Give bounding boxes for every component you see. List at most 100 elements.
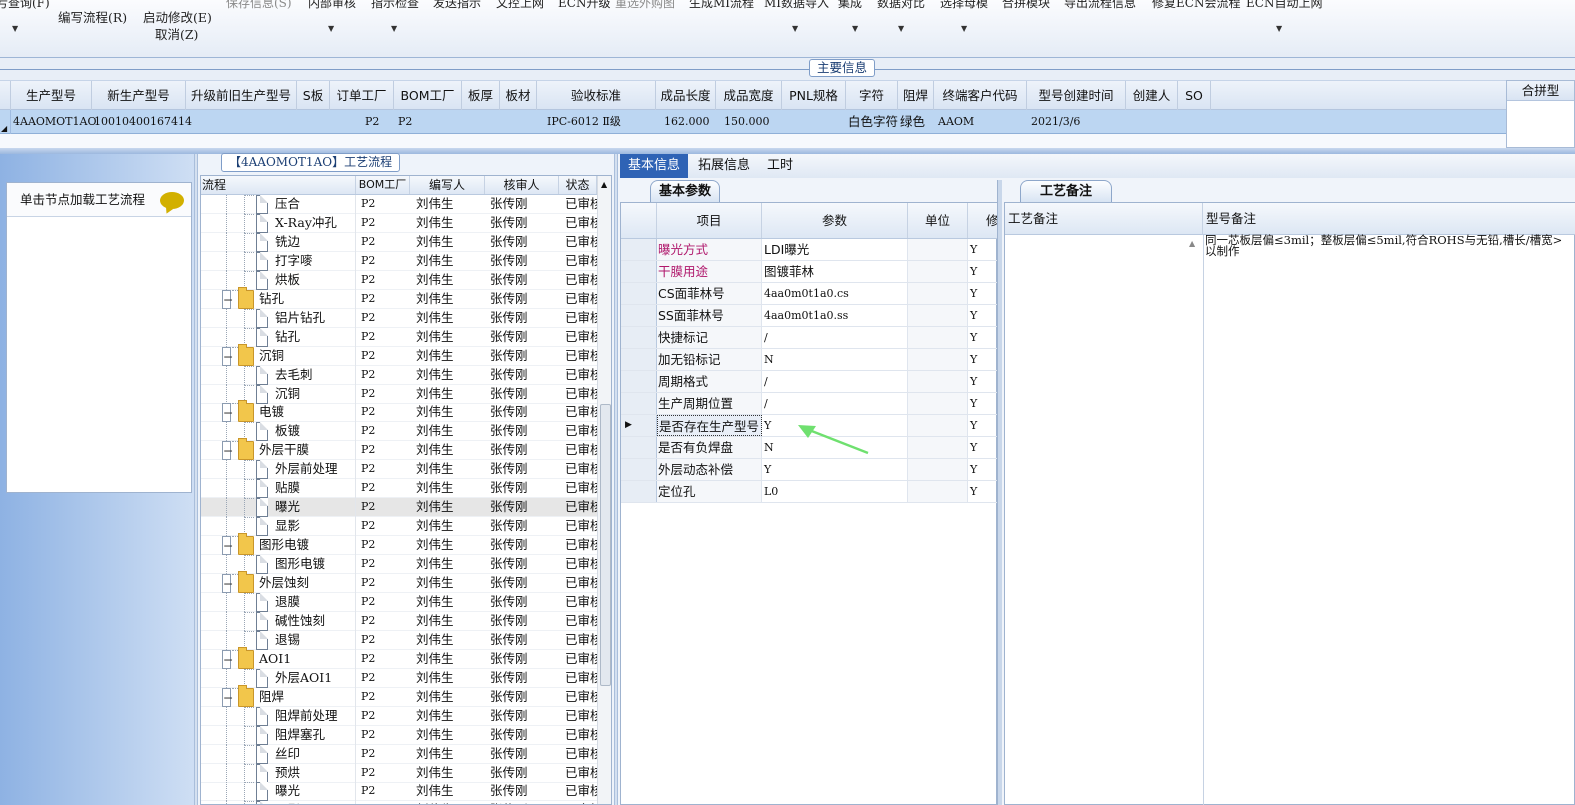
chevron-down-icon[interactable]: ▼ — [961, 24, 967, 33]
main-col-header[interactable]: SO — [1178, 81, 1211, 110]
tree-row[interactable]: 铝片钻孔P2刘伟生张传刚已审核 — [201, 308, 597, 328]
param-modify-flag[interactable]: Y — [968, 239, 998, 260]
col-process-memo[interactable]: 工艺备注 — [1005, 203, 1203, 235]
main-cell[interactable]: IPC-6012 Ⅱ级 — [547, 110, 621, 134]
hint-header[interactable]: 单击节点加载工艺流程 — [7, 183, 191, 217]
cancel-button[interactable]: 取消(Z) — [155, 24, 198, 43]
param-unit[interactable] — [908, 239, 968, 260]
param-row[interactable]: 曝光方式 LDI曝光 Y — [621, 239, 998, 261]
param-row[interactable]: 生产周期位置 / Y — [621, 393, 998, 415]
param-row[interactable]: SS面菲林号 4aa0m0t1a0.ss Y — [621, 305, 998, 327]
tree-row[interactable]: 曝光P2刘伟生张传刚已审核 — [201, 782, 597, 802]
tree-row[interactable]: 丝印P2刘伟生张传刚已审核 — [201, 744, 597, 764]
chevron-down-icon[interactable]: ▼ — [12, 24, 18, 33]
param-unit[interactable] — [908, 327, 968, 348]
param-value[interactable]: Y — [762, 459, 908, 480]
tree-row[interactable]: −外层蚀刻P2刘伟生张传刚已审核 — [201, 571, 597, 593]
param-value[interactable]: / — [762, 371, 908, 392]
main-col-header[interactable]: 阻焊 — [898, 81, 934, 110]
param-value[interactable]: 4aa0m0t1a0.cs — [762, 283, 908, 304]
param-value[interactable]: / — [762, 393, 908, 414]
toolbar-item[interactable]: 集成 — [838, 0, 862, 11]
param-unit[interactable] — [908, 393, 968, 414]
main-col-header[interactable]: BOM工厂 — [394, 81, 462, 110]
main-col-header[interactable]: 字符 — [846, 81, 898, 110]
toolbar-item[interactable]: 保存信息(S) — [226, 0, 292, 11]
tree-row[interactable]: 沉铜P2刘伟生张传刚已审核 — [201, 384, 597, 404]
toolbar-item[interactable]: ECN升级 — [558, 0, 610, 11]
main-col-header[interactable]: 板厚 — [462, 81, 500, 110]
param-unit[interactable] — [908, 305, 968, 326]
param-unit[interactable] — [908, 371, 968, 392]
chevron-down-icon[interactable]: ▼ — [328, 24, 334, 33]
param-modify-flag[interactable]: Y — [968, 305, 998, 326]
toolbar-item[interactable]: 合拼模块 — [1002, 0, 1050, 11]
param-row[interactable]: 外层动态补偿 Y Y — [621, 459, 998, 481]
main-col-header[interactable]: 订单工厂 — [330, 81, 394, 110]
tree-row[interactable]: 显影P2刘伟生张传刚已审核 — [201, 801, 597, 804]
main-col-header[interactable]: 成品宽度 — [716, 81, 782, 110]
tree-row[interactable]: 阻焊前处理P2刘伟生张传刚已审核 — [201, 706, 597, 726]
param-row[interactable]: 加无铅标记 N Y — [621, 349, 998, 371]
main-col-header[interactable]: 板材 — [500, 81, 537, 110]
row-header[interactable] — [621, 437, 657, 458]
tree-row[interactable]: 曝光P2刘伟生张传刚已审核 — [201, 498, 597, 518]
row-header[interactable] — [621, 283, 657, 304]
row-header[interactable] — [621, 371, 657, 392]
main-col-header[interactable]: 升级前旧生产型号 — [186, 81, 297, 110]
col-modify[interactable]: 修 — [968, 203, 999, 238]
toolbar-item[interactable]: 指示检查 — [371, 0, 419, 11]
toolbar-item[interactable]: MI数据导入 — [764, 0, 829, 11]
tree-row[interactable]: −图形电镀P2刘伟生张传刚已审核 — [201, 533, 597, 556]
param-modify-flag[interactable]: Y — [968, 283, 998, 304]
tab-basic-info[interactable]: 基本信息 — [620, 154, 689, 178]
tree-row[interactable]: 图形电镀P2刘伟生张传刚已审核 — [201, 555, 597, 575]
toolbar-item[interactable]: 数据对比 — [877, 0, 925, 11]
col-unit[interactable]: 单位 — [908, 203, 968, 238]
tab-extended-info[interactable]: 拓展信息 — [690, 154, 758, 178]
param-value[interactable]: LDI曝光 — [762, 239, 908, 260]
col-model-memo[interactable]: 型号备注 — [1203, 203, 1575, 235]
toolbar-item[interactable]: 导出流程信息 — [1064, 0, 1136, 11]
chevron-down-icon[interactable]: ▼ — [852, 24, 858, 33]
tree-row[interactable]: 去毛刺P2刘伟生张传刚已审核 — [201, 365, 597, 385]
main-cell[interactable]: AAOM — [938, 110, 974, 134]
main-info-row[interactable]: ◢ 4AAOMOT1AO 10010400167414 P2 P2 IPC-6012 Ⅱ级… — [0, 110, 1506, 134]
row-header[interactable] — [621, 459, 657, 480]
tree-col-header[interactable]: BOM工厂 — [356, 176, 410, 194]
param-unit[interactable] — [908, 481, 968, 502]
param-unit[interactable] — [908, 283, 968, 304]
tree-col-header[interactable]: 核审人 — [485, 176, 559, 194]
tree-row[interactable]: −沉铜P2刘伟生张传刚已审核 — [201, 343, 597, 366]
param-unit[interactable] — [908, 437, 968, 458]
main-cell[interactable]: 绿色 — [900, 110, 925, 134]
main-cell[interactable]: P2 — [365, 110, 379, 134]
param-row[interactable]: 干膜用途 图镀菲林 Y — [621, 261, 998, 283]
main-col-header[interactable]: S板 — [297, 81, 330, 110]
main-cell[interactable]: 150.000 — [724, 110, 770, 134]
main-cell[interactable]: 162.000 — [664, 110, 710, 134]
scroll-up-icon[interactable]: ▲ — [601, 180, 607, 189]
param-value[interactable]: / — [762, 327, 908, 348]
scrollbar-thumb[interactable] — [600, 404, 611, 686]
main-col-header[interactable]: 型号创建时间 — [1027, 81, 1126, 110]
row-header[interactable] — [621, 481, 657, 502]
param-modify-flag[interactable]: Y — [968, 349, 998, 370]
param-modify-flag[interactable]: Y — [968, 327, 998, 348]
toolbar-item[interactable]: 修复ECN会流程 — [1152, 0, 1240, 11]
tree-row[interactable]: 退锡P2刘伟生张传刚已审核 — [201, 630, 597, 650]
tab-process-memo[interactable]: 工艺备注 — [1020, 180, 1112, 202]
tree-row[interactable]: 外层前处理P2刘伟生张传刚已审核 — [201, 460, 597, 480]
param-modify-flag[interactable]: Y — [968, 415, 998, 436]
chevron-down-icon[interactable]: ▼ — [792, 24, 798, 33]
vertical-splitter[interactable] — [614, 154, 618, 805]
row-header[interactable] — [621, 349, 657, 370]
scroll-up-icon[interactable]: ▲ — [1189, 239, 1195, 248]
param-modify-flag[interactable]: Y — [968, 481, 998, 502]
tree-row[interactable]: X-Ray冲孔P2刘伟生张传刚已审核 — [201, 213, 597, 233]
tree-row[interactable]: 退膜P2刘伟生张传刚已审核 — [201, 592, 597, 612]
main-cell[interactable]: 2021/3/6 — [1031, 110, 1080, 134]
tree-row[interactable]: −AOI1P2刘伟生张传刚已审核 — [201, 646, 597, 669]
param-modify-flag[interactable]: Y — [968, 459, 998, 480]
chevron-down-icon[interactable]: ▼ — [391, 24, 397, 33]
